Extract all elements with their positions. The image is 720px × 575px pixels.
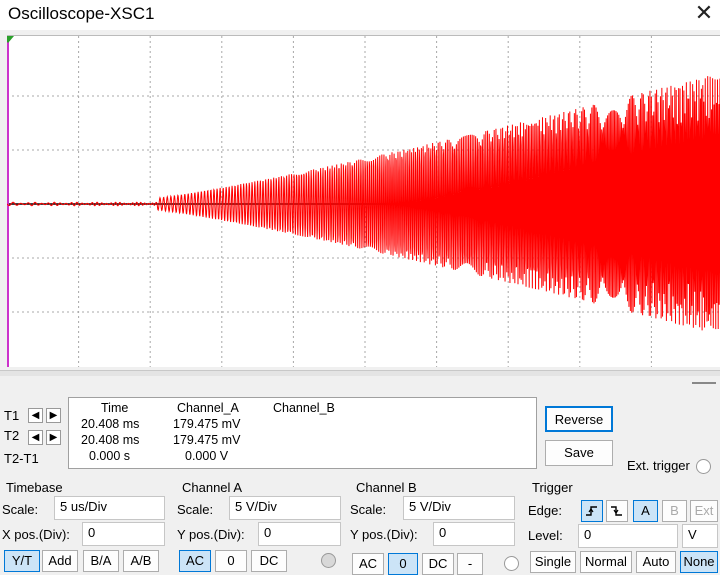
reverse-button[interactable]: Reverse xyxy=(545,406,613,432)
timebase-scale-label: Scale: xyxy=(2,502,39,517)
ext-trigger-label: Ext. trigger xyxy=(627,458,690,473)
cursor-marker-icon xyxy=(7,36,14,43)
channel-a-zero-button[interactable]: 0 xyxy=(215,550,247,572)
waveform-graph xyxy=(7,36,720,367)
trigger-edge-label: Edge: xyxy=(528,503,562,518)
channel-b-ac-button[interactable]: AC xyxy=(352,553,384,575)
channel-b-radio[interactable] xyxy=(504,556,519,571)
rising-edge-icon[interactable] xyxy=(581,500,603,522)
resize-grip-icon[interactable] xyxy=(692,382,716,384)
panel-divider[interactable] xyxy=(0,370,720,376)
t2-channel-a: 179.475 mV xyxy=(173,433,241,447)
channel-b-title: Channel B xyxy=(356,480,417,495)
channel-b-scale-field[interactable]: 5 V/Div xyxy=(403,496,515,520)
channel-a-dc-button[interactable]: DC xyxy=(251,550,287,572)
channel-a-radio[interactable] xyxy=(321,553,336,568)
trigger-auto-button[interactable]: Auto xyxy=(636,551,676,573)
channel-b-ypos-field[interactable]: 0 xyxy=(433,522,515,546)
header-channel-b: Channel_B xyxy=(273,401,335,415)
trigger-single-button[interactable]: Single xyxy=(530,551,576,573)
trigger-source-ext-button[interactable]: Ext xyxy=(690,500,718,522)
channel-b-dc-button[interactable]: DC xyxy=(422,553,454,575)
trigger-source-b-button[interactable]: B xyxy=(662,500,687,522)
t1-right-arrow-icon[interactable]: ▶ xyxy=(46,408,61,423)
mode-yt-button[interactable]: Y/T xyxy=(4,550,40,572)
t2-left-arrow-icon[interactable]: ◀ xyxy=(28,430,43,445)
channel-b-ypos-label: Y pos.(Div): xyxy=(350,527,418,542)
t2-right-arrow-icon[interactable]: ▶ xyxy=(46,430,61,445)
timebase-xpos-field[interactable]: 0 xyxy=(82,522,165,546)
trigger-level-label: Level: xyxy=(528,528,563,543)
channel-a-scale-label: Scale: xyxy=(177,502,214,517)
channel-a-ypos-label: Y pos.(Div): xyxy=(177,527,245,542)
t1-left-arrow-icon[interactable]: ◀ xyxy=(28,408,43,423)
t1-time: 20.408 ms xyxy=(81,417,140,431)
t2-t1-channel-a: 0.000 V xyxy=(185,449,229,463)
channel-b-minus-button[interactable]: - xyxy=(457,553,483,575)
trigger-normal-button[interactable]: Normal xyxy=(580,551,632,573)
t2-t1-label: T2-T1 xyxy=(4,451,39,466)
window-title: Oscilloscope-XSC1 xyxy=(8,4,155,23)
t2-t1-time: 0.000 s xyxy=(89,449,131,463)
mode-ba-button[interactable]: B/A xyxy=(83,550,119,572)
trigger-level-field[interactable]: 0 xyxy=(578,524,678,548)
header-channel-a: Channel_A xyxy=(177,401,239,415)
t2-time: 20.408 ms xyxy=(81,433,140,447)
t1-label: T1 xyxy=(4,408,20,423)
channel-a-ac-button[interactable]: AC xyxy=(179,550,211,572)
channel-a-title: Channel A xyxy=(182,480,242,495)
close-icon[interactable]: ✕ xyxy=(690,0,718,27)
channel-a-ypos-field[interactable]: 0 xyxy=(258,522,341,546)
trigger-level-unit[interactable]: V xyxy=(682,524,718,548)
falling-edge-icon[interactable] xyxy=(606,500,628,522)
title-bar: Oscilloscope-XSC1 ✕ xyxy=(0,0,720,30)
mode-ab-button[interactable]: A/B xyxy=(123,550,159,572)
channel-b-zero-button[interactable]: 0 xyxy=(388,553,418,575)
channel-b-scale-label: Scale: xyxy=(350,502,387,517)
header-time: Time xyxy=(101,401,129,415)
mode-add-button[interactable]: Add xyxy=(42,550,78,572)
trigger-title: Trigger xyxy=(532,480,573,495)
cursor-readout-table: Time Channel_A Channel_B 20.408 ms 179.4… xyxy=(68,397,537,469)
t1-channel-a: 179.475 mV xyxy=(173,417,241,431)
timebase-scale-field[interactable]: 5 us/Div xyxy=(54,496,165,520)
timebase-title: Timebase xyxy=(6,480,63,495)
channel-a-scale-field[interactable]: 5 V/Div xyxy=(229,496,341,520)
scope-display xyxy=(7,35,720,367)
ext-trigger-radio[interactable] xyxy=(696,459,711,474)
timebase-xpos-label: X pos.(Div): xyxy=(2,527,70,542)
trigger-none-button[interactable]: None xyxy=(680,551,718,573)
save-button[interactable]: Save xyxy=(545,440,613,466)
trigger-source-a-button[interactable]: A xyxy=(633,500,658,522)
t2-label: T2 xyxy=(4,428,20,443)
